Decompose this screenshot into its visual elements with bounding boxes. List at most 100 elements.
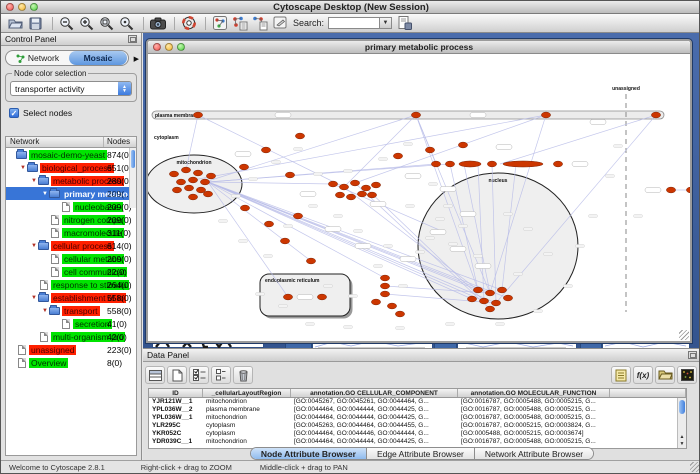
- col-id[interactable]: ID: [149, 389, 203, 397]
- matrix-icon[interactable]: [677, 366, 697, 384]
- graph-node[interactable]: [425, 147, 434, 153]
- tab-network[interactable]: Network: [6, 53, 69, 63]
- float-panel-icon[interactable]: [688, 351, 697, 359]
- graph-node[interactable]: [497, 287, 506, 293]
- table-row[interactable]: YKR052Ccytoplasm[GO:0044464, GO:0044446,…: [149, 430, 686, 438]
- graph-node[interactable]: [367, 192, 376, 198]
- graph-node[interactable]: [239, 164, 248, 170]
- node-color-dropdown[interactable]: transporter activity ▲▼: [10, 81, 132, 96]
- graph-node[interactable]: [350, 180, 359, 186]
- graph-node[interactable]: [380, 275, 389, 281]
- graph-node[interactable]: [188, 194, 197, 200]
- tree-expander-icon[interactable]: ▼: [30, 178, 38, 184]
- graph-node[interactable]: [431, 161, 440, 167]
- col-layout-region[interactable]: _cellularLayoutRegion: [203, 389, 291, 397]
- float-panel-icon[interactable]: [128, 35, 137, 43]
- graph-node[interactable]: [487, 161, 496, 167]
- graph-node[interactable]: [473, 287, 482, 293]
- network-canvas[interactable]: plasma membranemitochondrionnucleusendop…: [148, 54, 690, 341]
- layout-icon-a[interactable]: [231, 15, 248, 31]
- network-view-titlebar[interactable]: primary metabolic process: [148, 41, 690, 54]
- graph-node[interactable]: [503, 161, 543, 167]
- tree-row[interactable]: Overview8(0): [6, 356, 136, 369]
- frame-resize-grip[interactable]: [679, 330, 689, 340]
- graph-node[interactable]: [203, 191, 212, 197]
- graph-node[interactable]: [541, 112, 550, 118]
- table-row[interactable]: YJR121W__1mitochondrion[GO:0045267, GO:0…: [149, 398, 686, 406]
- zoom-out-icon[interactable]: [58, 15, 75, 31]
- graph-node[interactable]: [458, 142, 467, 148]
- tree-expander-icon[interactable]: ▼: [30, 243, 38, 249]
- graph-node[interactable]: [651, 112, 660, 118]
- tree-row[interactable]: macromolecule311(0): [6, 226, 136, 239]
- zoom-fit-icon[interactable]: [98, 15, 115, 31]
- scroll-arrows-icon[interactable]: ▲▼: [678, 434, 686, 448]
- graph-node[interactable]: [380, 291, 389, 297]
- tree-expander-icon[interactable]: ▼: [41, 191, 49, 197]
- tree-row[interactable]: cellular metabo209(0): [6, 252, 136, 265]
- search-input[interactable]: [328, 17, 380, 29]
- tree-expander-icon[interactable]: ▼: [19, 165, 27, 171]
- delete-attribute-icon[interactable]: [233, 366, 253, 384]
- new-attribute-icon[interactable]: [167, 366, 187, 384]
- graph-node[interactable]: [395, 311, 404, 317]
- graph-node[interactable]: [467, 296, 476, 302]
- graph-node[interactable]: [361, 185, 370, 191]
- col-molecular-function[interactable]: annotation.GO MOLECULAR_FUNCTION: [458, 389, 610, 397]
- zoom-selected-icon[interactable]: [118, 15, 135, 31]
- graph-node[interactable]: [193, 112, 202, 118]
- tab-mosaic[interactable]: Mosaic: [69, 51, 127, 65]
- graph-node[interactable]: [485, 306, 494, 312]
- table-row[interactable]: YLR295Ccytoplasm[GO:0045263, GO:0044464,…: [149, 422, 686, 430]
- tree-row[interactable]: response to stimulu264(0): [6, 278, 136, 291]
- graph-node[interactable]: [339, 184, 348, 190]
- tab-node-attribute-browser[interactable]: Node Attribute Browser: [251, 448, 367, 459]
- graph-node[interactable]: [280, 238, 289, 244]
- tab-overflow-arrow-icon[interactable]: ▶: [134, 55, 139, 63]
- col-cellular-component[interactable]: annotation.GO CELLULAR_COMPONENT: [291, 389, 458, 397]
- network-view-window[interactable]: primary metabolic process plasma membran…: [146, 39, 692, 343]
- graph-node[interactable]: [285, 172, 294, 178]
- unselect-attributes-icon[interactable]: [211, 366, 231, 384]
- graph-node[interactable]: [328, 181, 337, 187]
- tree-row[interactable]: ▼metabolic process280(0): [6, 174, 136, 187]
- select-nodes-checkbox[interactable]: ✓: [9, 108, 19, 118]
- tree-row[interactable]: ▼cellular process614(0): [6, 239, 136, 252]
- select-attributes-icon[interactable]: [189, 366, 209, 384]
- tree-col-nodes[interactable]: Nodes: [104, 137, 136, 147]
- graph-node[interactable]: [387, 303, 396, 309]
- graph-node[interactable]: [295, 133, 304, 139]
- graph-node[interactable]: [479, 298, 488, 304]
- open-icon[interactable]: [7, 15, 24, 31]
- tree-row[interactable]: secretion41(0): [6, 317, 136, 330]
- snapshot-icon[interactable]: [149, 15, 166, 31]
- formula-icon[interactable]: f(x): [633, 366, 653, 384]
- tree-row[interactable]: cell communicat22(0): [6, 265, 136, 278]
- tree-row[interactable]: unassigned223(0): [6, 343, 136, 356]
- zoom-in-icon[interactable]: [78, 15, 95, 31]
- tab-network-attribute-browser[interactable]: Network Attribute Browser: [475, 448, 593, 459]
- tree-expander-icon[interactable]: ▼: [30, 295, 38, 301]
- graph-node[interactable]: [293, 213, 302, 219]
- tree-col-network[interactable]: Network: [6, 137, 104, 147]
- save-icon[interactable]: [27, 15, 44, 31]
- graph-node[interactable]: [485, 290, 494, 296]
- tree-row[interactable]: ▼biological_process651(0): [6, 161, 136, 174]
- graph-node[interactable]: [459, 161, 481, 167]
- graph-node[interactable]: [393, 153, 402, 159]
- graph-node[interactable]: [317, 294, 326, 300]
- table-row[interactable]: YPL036W__1mitochondrion[GO:0044464, GO:0…: [149, 414, 686, 422]
- network-import-icon[interactable]: [211, 15, 228, 31]
- graph-node[interactable]: [503, 295, 512, 301]
- graph-node[interactable]: [411, 112, 420, 118]
- tree-row[interactable]: nitrogen compo209(0): [6, 213, 136, 226]
- graph-node[interactable]: [181, 167, 190, 173]
- tree-expander-icon[interactable]: ▼: [41, 308, 49, 314]
- annotation-icon[interactable]: [271, 15, 288, 31]
- graph-node[interactable]: [553, 161, 562, 167]
- import-attributes-icon[interactable]: [655, 366, 675, 384]
- attribute-table-icon[interactable]: [145, 366, 165, 384]
- graph-node[interactable]: [335, 192, 344, 198]
- graph-node[interactable]: [264, 221, 273, 227]
- graph-node[interactable]: [346, 194, 355, 200]
